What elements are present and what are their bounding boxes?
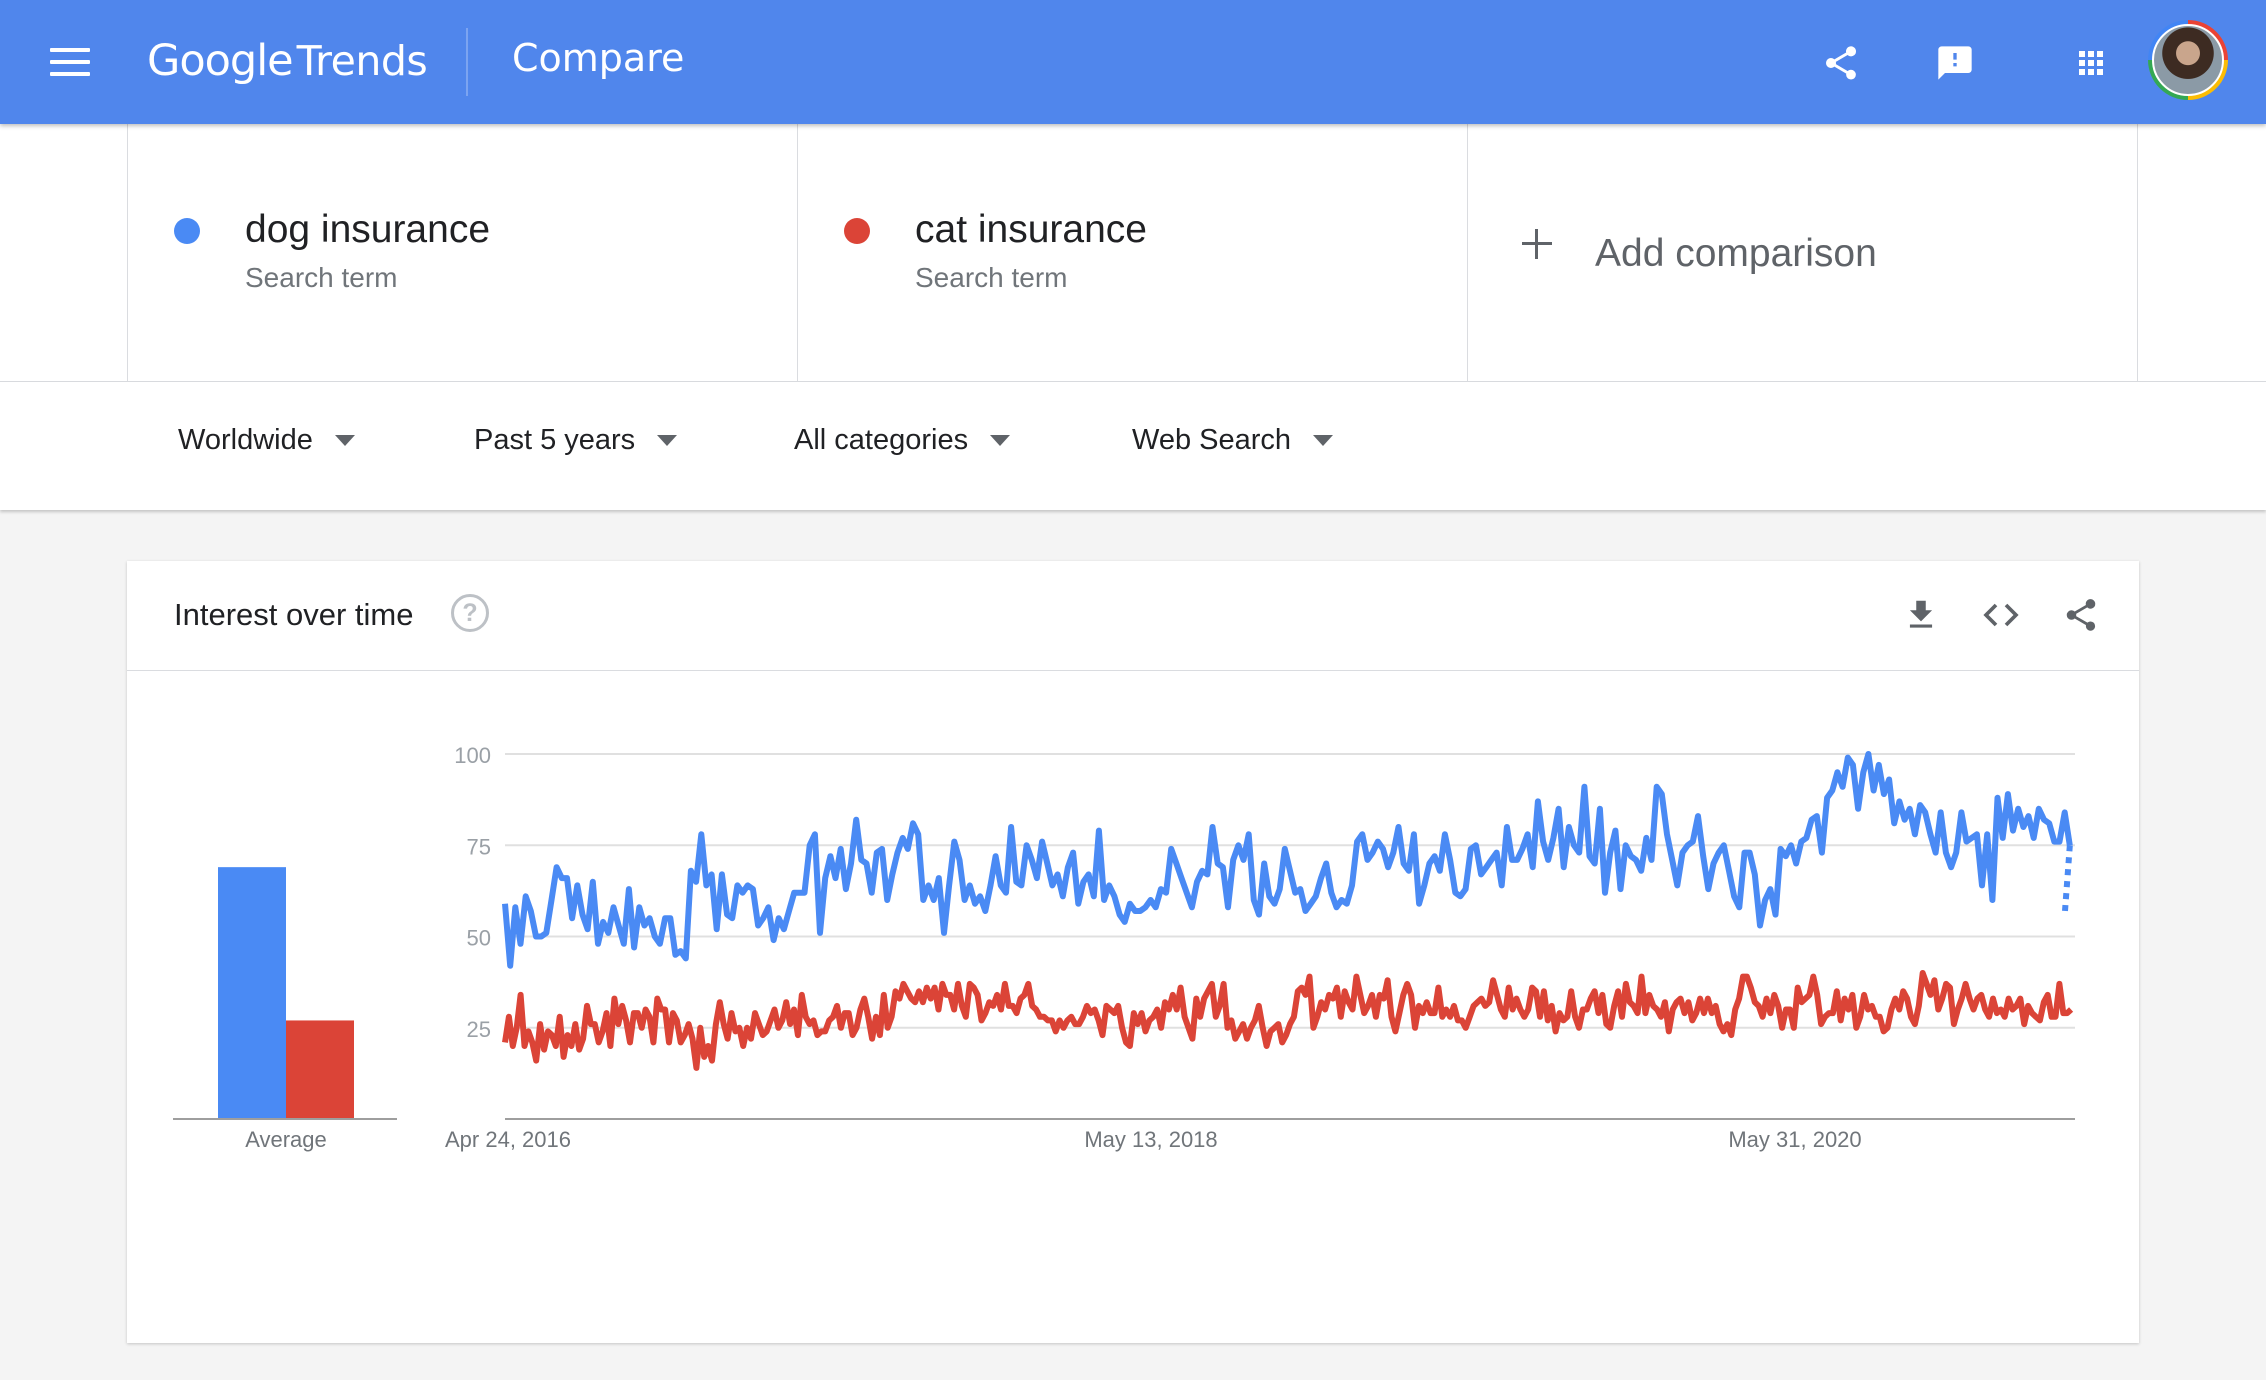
series-line-dog-insurance[interactable]: [502, 751, 2073, 969]
filter-bar: Worldwide Past 5 years All categories We…: [0, 382, 2266, 510]
search-type-dropdown-label: Web Search: [1132, 424, 1292, 456]
y-tick-label: 75: [467, 834, 491, 859]
header-divider: [466, 28, 468, 96]
top-app-bar: Google Trends Compare: [0, 0, 2266, 124]
download-icon[interactable]: [1897, 591, 1945, 639]
dropdown-arrow-icon: [657, 435, 678, 446]
time-range-dropdown[interactable]: Past 5 years: [474, 424, 678, 457]
help-icon[interactable]: ?: [451, 594, 489, 632]
series-color-dot: [844, 218, 870, 244]
google-trends-logo[interactable]: Google Trends: [147, 36, 428, 88]
avatar-photo: [2152, 24, 2224, 96]
partial-data-segment: [2062, 845, 2073, 912]
term-card-dog-insurance[interactable]: dog insurance Search term: [127, 124, 797, 382]
dropdown-arrow-icon: [1313, 435, 1334, 446]
term-subtitle: Search term: [245, 262, 398, 293]
dropdown-arrow-icon: [990, 435, 1011, 446]
logo-trends-text: Trends: [296, 37, 428, 85]
share-icon[interactable]: [1814, 36, 1868, 90]
y-tick-label: 100: [454, 743, 491, 768]
category-dropdown[interactable]: All categories: [794, 424, 1011, 457]
average-bar-cat-insurance[interactable]: [286, 1020, 354, 1119]
plus-icon: [1522, 229, 1552, 259]
menu-icon[interactable]: [46, 42, 94, 82]
card-header: Interest over time ?: [127, 561, 2139, 671]
series-line-cat-insurance[interactable]: [502, 970, 2074, 1071]
logo-google-text: Google: [147, 36, 294, 86]
term-card-cat-insurance[interactable]: cat insurance Search term: [797, 124, 1467, 382]
region-dropdown[interactable]: Worldwide: [178, 424, 355, 457]
search-terms-row: dog insurance Search term cat insurance …: [0, 124, 2266, 382]
term-name[interactable]: cat insurance: [915, 208, 1147, 252]
category-dropdown-label: All categories: [794, 424, 969, 456]
embed-icon[interactable]: [1977, 591, 2025, 639]
term-name[interactable]: dog insurance: [245, 208, 490, 252]
add-comparison-button[interactable]: Add comparison: [1467, 124, 2138, 382]
x-tick-label: Apr 24, 2016: [445, 1127, 571, 1152]
avatar[interactable]: [2148, 20, 2228, 100]
interest-over-time-card: Interest over time ? 25 50 75 100 Average A…: [127, 561, 2139, 1343]
region-dropdown-label: Worldwide: [178, 424, 313, 456]
search-type-dropdown[interactable]: Web Search: [1132, 424, 1334, 457]
x-tick-label: May 13, 2018: [1084, 1127, 1217, 1152]
average-bar-dog-insurance[interactable]: [218, 867, 286, 1119]
page-title: Compare: [512, 36, 685, 80]
x-tick-label: May 31, 2020: [1728, 1127, 1861, 1152]
feedback-icon[interactable]: [1928, 36, 1982, 90]
term-subtitle: Search term: [915, 262, 1068, 293]
dropdown-arrow-icon: [334, 435, 355, 446]
interest-over-time-chart[interactable]: 25 50 75 100 Average Apr 24, 2016 May 13, 20…: [127, 672, 2139, 1342]
y-tick-label: 25: [467, 1017, 491, 1042]
series-color-dot: [174, 218, 200, 244]
y-tick-label: 50: [467, 926, 491, 951]
share-icon[interactable]: [2057, 591, 2105, 639]
chart-svg: 25 50 75 100 Average Apr 24, 2016 May 13, 20…: [173, 743, 2075, 1152]
apps-icon[interactable]: [2064, 36, 2118, 90]
time-range-dropdown-label: Past 5 years: [474, 424, 636, 456]
card-title: Interest over time: [174, 597, 414, 632]
average-label: Average: [245, 1127, 327, 1152]
add-comparison-label: Add comparison: [1595, 232, 1877, 275]
